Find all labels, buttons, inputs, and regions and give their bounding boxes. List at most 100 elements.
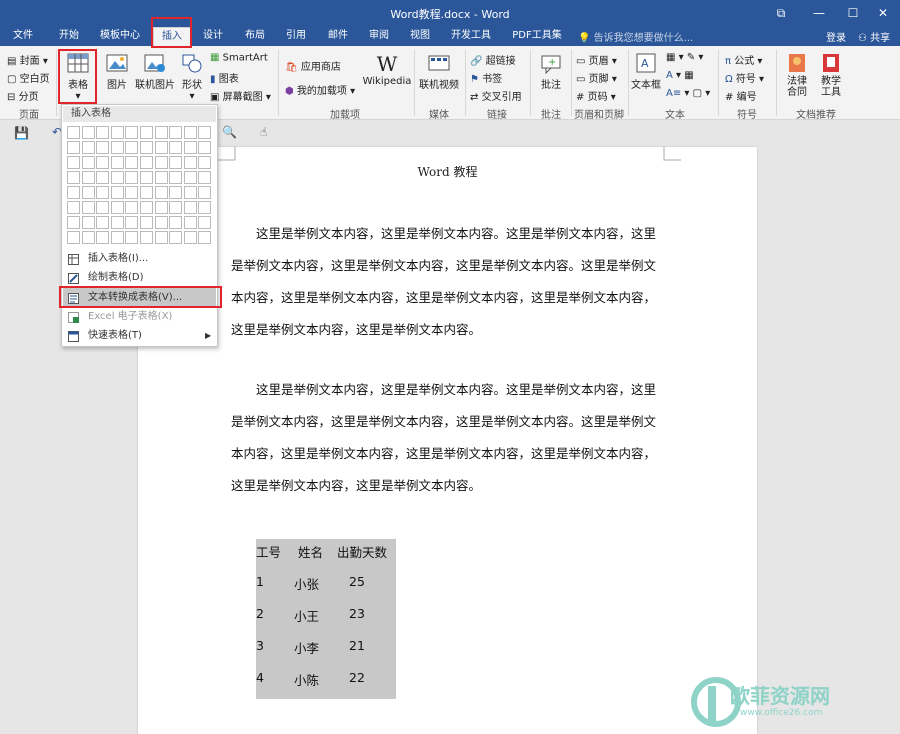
pictures-button[interactable]: 图片 [102, 52, 132, 91]
numbering-button[interactable]: # 编号 [725, 88, 757, 104]
table-grid-cell[interactable] [67, 231, 80, 244]
table-grid-cell[interactable] [110, 126, 124, 139]
table-grid-cell[interactable] [67, 216, 80, 229]
table-grid-cell[interactable] [67, 156, 80, 169]
tab-mailings[interactable]: 邮件 [321, 27, 355, 46]
table-grid-cell[interactable] [140, 141, 153, 154]
table-grid-cell[interactable] [198, 141, 212, 154]
table-grid-cell[interactable] [110, 231, 124, 244]
tab-templates[interactable]: 模板中心 [94, 27, 146, 46]
table-grid-cell[interactable] [183, 186, 197, 199]
table-grid-cell[interactable] [81, 156, 95, 169]
cover-button[interactable]: ▤ 封面 ▾ [7, 52, 48, 68]
table-grid-cell[interactable] [67, 201, 80, 214]
draw-table-item[interactable]: 绘制表格(D) [63, 268, 216, 287]
restore-icon[interactable]: ⧉ [764, 0, 798, 27]
table-grid-cell[interactable] [140, 171, 153, 184]
touch-icon[interactable]: ☝ [260, 125, 267, 139]
table-grid-cell[interactable] [169, 201, 183, 214]
table-grid-cell[interactable] [183, 141, 197, 154]
screenshot-button[interactable]: ▣ 屏幕截图 ▾ [210, 88, 271, 104]
tab-file[interactable]: 文件 [6, 27, 40, 46]
table-grid-cell[interactable] [125, 126, 139, 139]
table-grid-cell[interactable] [81, 186, 95, 199]
my-addins-button[interactable]: ⬢ 我的加载项 ▾ [285, 82, 355, 98]
datetime-icon[interactable]: ▦ [684, 70, 693, 81]
tab-developer[interactable]: 开发工具 [446, 27, 496, 46]
table-grid-cell[interactable] [125, 231, 139, 244]
table-grid-cell[interactable] [154, 201, 168, 214]
bookmark-button[interactable]: ⚑ 书签 [470, 70, 502, 86]
table-grid-cell[interactable] [183, 156, 197, 169]
table-grid-cell[interactable] [183, 171, 197, 184]
table-grid-cell[interactable] [96, 231, 110, 244]
table-grid-cell[interactable] [169, 126, 183, 139]
table-grid-cell[interactable] [169, 216, 183, 229]
tab-view[interactable]: 视图 [403, 27, 437, 46]
table-grid-cell[interactable] [183, 201, 197, 214]
table-grid-cell[interactable] [81, 171, 95, 184]
table-grid-cell[interactable] [67, 126, 80, 139]
table-grid-cell[interactable] [198, 171, 212, 184]
symbol-button[interactable]: Ω 符号 ▾ [725, 70, 764, 86]
table-grid-cell[interactable] [140, 156, 153, 169]
tab-review[interactable]: 审阅 [362, 27, 396, 46]
tab-layout[interactable]: 布局 [238, 27, 272, 46]
table-grid-cell[interactable] [154, 216, 168, 229]
table-grid-cell[interactable] [140, 126, 153, 139]
comment-button[interactable]: + 批注 [534, 52, 568, 91]
tab-home[interactable]: 开始 [52, 27, 86, 46]
tab-design[interactable]: 设计 [196, 27, 230, 46]
table-grid-cell[interactable] [81, 231, 95, 244]
table-grid-cell[interactable] [198, 156, 212, 169]
maximize-button[interactable]: ☐ [836, 0, 870, 27]
table-grid-cell[interactable] [169, 186, 183, 199]
footer-button[interactable]: ▭ 页脚 ▾ [576, 70, 617, 86]
table-grid-cell[interactable] [140, 231, 153, 244]
object-icon[interactable]: ▢ ▾ [693, 88, 711, 99]
page-number-button[interactable]: # 页码 ▾ [576, 88, 616, 104]
table-grid-cell[interactable] [125, 216, 139, 229]
document-page[interactable]: Word 教程 这里是举例文本内容，这里是举例文本内容。这里是举例文本内容，这里… [138, 147, 757, 734]
hyperlink-button[interactable]: 🔗 超链接 [470, 52, 516, 68]
table-grid-cell[interactable] [154, 171, 168, 184]
insert-table-item[interactable]: 插入表格(I)... [63, 249, 216, 268]
table-grid-cell[interactable] [67, 171, 80, 184]
table-grid-cell[interactable] [110, 171, 124, 184]
table-grid-cell[interactable] [125, 141, 139, 154]
table-grid-cell[interactable] [110, 201, 124, 214]
chart-button[interactable]: ▮ 图表 [210, 70, 239, 86]
table-grid-cell[interactable] [198, 186, 212, 199]
minimize-button[interactable]: — [802, 0, 836, 27]
tab-pdf-tools[interactable]: PDF工具集 [506, 27, 568, 46]
table-grid-cell[interactable] [125, 156, 139, 169]
smartart-button[interactable]: ▦ SmartArt [210, 52, 268, 64]
table-grid-cell[interactable] [140, 201, 153, 214]
table-grid-cell[interactable] [81, 201, 95, 214]
table-grid-cell[interactable] [67, 186, 80, 199]
zoom-icon[interactable]: 🔍 [222, 125, 237, 139]
table-grid-cell[interactable] [198, 126, 212, 139]
table-grid-cell[interactable] [96, 216, 110, 229]
table-grid-cell[interactable] [183, 126, 197, 139]
dropcap-icon[interactable]: A≡ ▾ ▢ ▾ [666, 88, 710, 99]
header-button[interactable]: ▭ 页眉 ▾ [576, 52, 617, 68]
table-grid-cell[interactable] [110, 141, 124, 154]
save-icon[interactable]: 💾 [14, 126, 29, 140]
table-grid-cell[interactable] [183, 231, 197, 244]
close-button[interactable]: ✕ [866, 0, 900, 27]
document-table[interactable]: 工号 姓名 出勤天数 1 小张 25 2 小王 23 3 小李 21 4 小陈 … [256, 539, 396, 699]
wordart-icon[interactable]: A ▾ ▦ [666, 70, 694, 81]
table-grid-cell[interactable] [169, 171, 183, 184]
login-button[interactable]: 登录 [826, 29, 846, 44]
table-grid-cell[interactable] [96, 171, 110, 184]
table-grid-cell[interactable] [125, 171, 139, 184]
table-grid-cell[interactable] [169, 231, 183, 244]
table-grid-cell[interactable] [81, 126, 95, 139]
law-contract-button[interactable]: 法律合同 [782, 52, 812, 98]
table-grid-cell[interactable] [154, 231, 168, 244]
cross-reference-button[interactable]: ⇄ 交叉引用 [470, 88, 522, 104]
excel-spreadsheet-item[interactable]: Excel 电子表格(X) [63, 307, 216, 326]
table-grid-cell[interactable] [96, 141, 110, 154]
table-grid-cell[interactable] [81, 141, 95, 154]
